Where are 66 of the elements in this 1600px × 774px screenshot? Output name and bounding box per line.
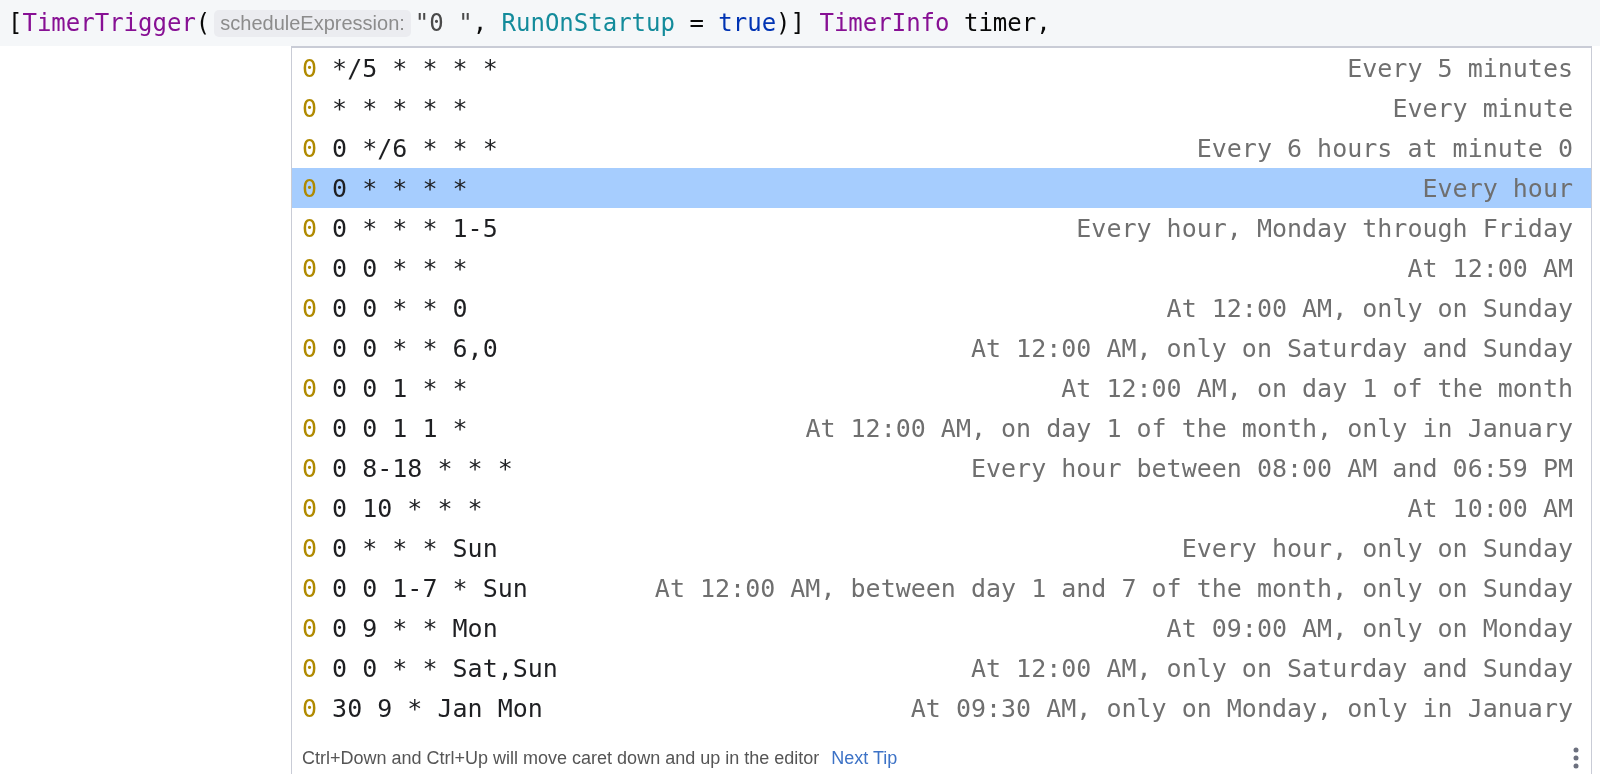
- cron-expression: 0 0 0 * * *: [302, 253, 468, 283]
- completion-item[interactable]: 0 0 0 * * * At 12:00 AM: [292, 248, 1591, 288]
- schedule-description: At 09:30 AM, only on Monday, only in January: [910, 693, 1573, 723]
- schedule-description: Every 5 minutes: [1347, 53, 1573, 83]
- completion-item[interactable]: 0 0 0 1-7 * Sun At 12:00 AM, between day 1 and 7 of the month, only on Sunday: [292, 568, 1591, 608]
- code-text: timer,: [962, 9, 1051, 37]
- cron-expression: 0 0 * * * Sun: [302, 533, 498, 563]
- string-literal: "0 ": [414, 9, 473, 37]
- completion-item[interactable]: 0 0 9 * * Mon At 09:00 AM, only on Monday: [292, 608, 1591, 648]
- schedule-description: Every hour, Monday through Friday: [1076, 213, 1573, 243]
- schedule-description: Every 6 hours at minute 0: [1196, 133, 1573, 163]
- code-text: ,: [472, 9, 489, 37]
- next-tip-link[interactable]: Next Tip: [831, 747, 898, 769]
- completion-item[interactable]: 0 0 8-18 * * * Every hour between 08:00 AM and 06:59 PM: [292, 448, 1591, 488]
- type-name: TimerTrigger: [22, 9, 196, 37]
- cron-expression: 0 0 0 * * 0: [302, 293, 468, 323]
- completion-item[interactable]: 0 0 10 * * * At 10:00 AM: [292, 488, 1591, 528]
- code-text: )]: [776, 9, 806, 37]
- cron-expression: 0 0 0 1 1 *: [302, 413, 468, 443]
- cron-expression: 0 0 8-18 * * *: [302, 453, 513, 483]
- schedule-description: At 12:00 AM, on day 1 of the month, only in January: [805, 413, 1573, 443]
- cron-expression: 0 0 * * * *: [302, 173, 468, 203]
- completion-item[interactable]: 0 0 */6 * * * Every 6 hours at minute 0: [292, 128, 1591, 168]
- schedule-description: At 09:00 AM, only on Monday: [1166, 613, 1573, 643]
- schedule-description: Every minute: [1392, 93, 1573, 123]
- completion-item[interactable]: 0 0 0 * * Sat,Sun At 12:00 AM, only on Saturday and Sunday: [292, 648, 1591, 688]
- cron-expression: 0 0 */6 * * *: [302, 133, 498, 163]
- schedule-description: At 10:00 AM: [1407, 493, 1573, 523]
- schedule-description: At 12:00 AM, on day 1 of the month: [1061, 373, 1573, 403]
- completion-item[interactable]: 0 * * * * * Every minute: [292, 88, 1591, 128]
- schedule-description: At 12:00 AM, only on Sunday: [1166, 293, 1573, 323]
- type-name: TimerInfo: [819, 9, 950, 37]
- completion-item[interactable]: 0 0 0 * * 6,0 At 12:00 AM, only on Saturday and Sunday: [292, 328, 1591, 368]
- cron-expression: 0 30 9 * Jan Mon: [302, 693, 543, 723]
- cron-expression: 0 0 0 * * Sat,Sun: [302, 653, 558, 683]
- schedule-description: At 12:00 AM, only on Saturday and Sunday: [970, 653, 1573, 683]
- completion-item[interactable]: 0 0 * * * 1-5 Every hour, Monday through Friday: [292, 208, 1591, 248]
- schedule-description: Every hour, only on Sunday: [1181, 533, 1573, 563]
- schedule-description: At 12:00 AM, between day 1 and 7 of the month, only on Sunday: [654, 573, 1573, 603]
- schedule-description: Every hour: [1422, 173, 1573, 203]
- cron-expression: 0 0 0 1 * *: [302, 373, 468, 403]
- cron-expression: 0 * * * * *: [302, 93, 468, 123]
- more-options-icon[interactable]: [1573, 747, 1579, 769]
- code-text: (: [195, 9, 211, 37]
- cron-expression: 0 0 0 1-7 * Sun: [302, 573, 528, 603]
- cron-expression: 0 0 * * * 1-5: [302, 213, 498, 243]
- completion-item[interactable]: 0 30 9 * Jan Mon At 09:30 AM, only on Monday, only in January: [292, 688, 1591, 728]
- schedule-description: At 12:00 AM: [1407, 253, 1573, 283]
- code-text: [: [8, 9, 23, 37]
- code-text: =: [688, 9, 705, 37]
- cron-expression: 0 0 0 * * 6,0: [302, 333, 498, 363]
- inlay-hint: scheduleExpression:: [214, 9, 411, 37]
- completion-item[interactable]: 0 0 * * * * Every hour: [292, 168, 1591, 208]
- cron-expression: 0 0 9 * * Mon: [302, 613, 498, 643]
- parameter-name: RunOnStartup: [501, 9, 675, 37]
- completion-item[interactable]: 0 0 0 1 1 * At 12:00 AM, on day 1 of the month, only in January: [292, 408, 1591, 448]
- cron-expression: 0 */5 * * * *: [302, 53, 498, 83]
- schedule-description: At 12:00 AM, only on Saturday and Sunday: [970, 333, 1573, 363]
- completion-item[interactable]: 0 0 0 * * 0 At 12:00 AM, only on Sunday: [292, 288, 1591, 328]
- completion-item[interactable]: 0 */5 * * * * Every 5 minutes: [292, 48, 1591, 88]
- cron-expression: 0 0 10 * * *: [302, 493, 483, 523]
- tip-text: Ctrl+Down and Ctrl+Up will move caret down and up in the editor: [302, 747, 820, 769]
- schedule-description: Every hour between 08:00 AM and 06:59 PM: [970, 453, 1573, 483]
- completion-item[interactable]: 0 0 0 1 * * At 12:00 AM, on day 1 of the month: [292, 368, 1591, 408]
- keyword: true: [718, 9, 777, 37]
- completion-item[interactable]: 0 0 * * * Sun Every hour, only on Sunday: [292, 528, 1591, 568]
